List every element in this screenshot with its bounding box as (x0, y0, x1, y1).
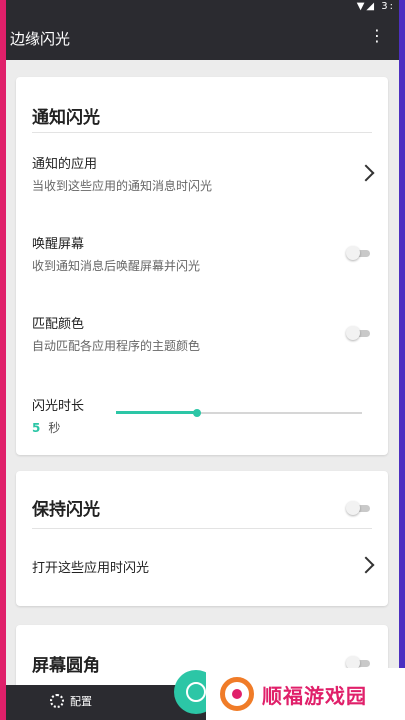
slider-fill (116, 411, 198, 414)
flash-duration-value: 5秒 (32, 419, 60, 436)
toggle-knob (346, 326, 360, 340)
preview-icon (186, 682, 206, 702)
wake-screen-toggle[interactable] (346, 246, 370, 260)
watermark-text: 顺福游戏园 (262, 683, 367, 708)
toggle-knob (346, 501, 360, 515)
app-title: 边缘闪光 (10, 30, 71, 48)
notification-flash-card: 通知闪光 通知的应用 当收到这些应用的通知消息时闪光 唤醒屏幕 收到通知消息后唤… (16, 77, 388, 455)
gear-icon (50, 694, 64, 708)
app-bar: 边缘闪光 ⋮ (6, 16, 399, 60)
flash-duration-label: 闪光时长 (32, 399, 85, 414)
toggle-knob (346, 246, 360, 260)
chevron-right-icon (357, 164, 375, 182)
row-wake-screen: 唤醒屏幕 收到通知消息后唤醒屏幕并闪光 (16, 227, 388, 277)
status-bar: ▼◢ 3: (6, 0, 399, 16)
card-title-keep-flash: 保持闪光 (32, 500, 100, 520)
settings-content[interactable]: 通知闪光 通知的应用 当收到这些应用的通知消息时闪光 唤醒屏幕 收到通知消息后唤… (6, 60, 399, 685)
row-subtitle: 自动匹配各应用程序的主题颜色 (32, 339, 201, 353)
config-label: 配置 (70, 695, 92, 708)
screen-corner-toggle[interactable] (346, 656, 370, 670)
more-vert-icon[interactable]: ⋮ (369, 26, 385, 45)
duration-number: 5 (32, 421, 41, 435)
watermark: 顺福游戏园 (206, 668, 405, 720)
flash-duration-slider[interactable] (116, 406, 362, 420)
duration-unit: 秒 (48, 421, 61, 435)
row-title: 唤醒屏幕 (32, 237, 85, 252)
card-title-notification-flash: 通知闪光 (32, 108, 100, 128)
config-tab[interactable]: 配置 (50, 693, 92, 709)
watermark-logo (220, 677, 254, 711)
row-subtitle: 收到通知消息后唤醒屏幕并闪光 (32, 259, 201, 273)
keep-flash-card: 保持闪光 打开这些应用时闪光 (16, 471, 388, 606)
status-icons: ▼◢ 3: (356, 1, 395, 12)
slider-thumb[interactable] (193, 409, 202, 417)
card-title-screen-corner: 屏幕圆角 (32, 656, 100, 676)
row-match-color: 匹配颜色 自动匹配各应用程序的主题颜色 (16, 307, 388, 357)
row-subtitle: 当收到这些应用的通知消息时闪光 (32, 179, 213, 193)
match-color-toggle[interactable] (346, 326, 370, 340)
row-title: 匹配颜色 (32, 317, 85, 332)
row-title: 打开这些应用时闪光 (32, 561, 150, 576)
divider (32, 132, 372, 133)
divider (32, 528, 372, 529)
row-flash-when-open[interactable]: 打开这些应用时闪光 (16, 551, 388, 587)
chevron-right-icon (357, 556, 375, 574)
keep-flash-toggle[interactable] (346, 501, 370, 515)
row-title: 通知的应用 (32, 157, 98, 172)
row-notified-apps[interactable]: 通知的应用 当收到这些应用的通知消息时闪光 (16, 147, 388, 197)
